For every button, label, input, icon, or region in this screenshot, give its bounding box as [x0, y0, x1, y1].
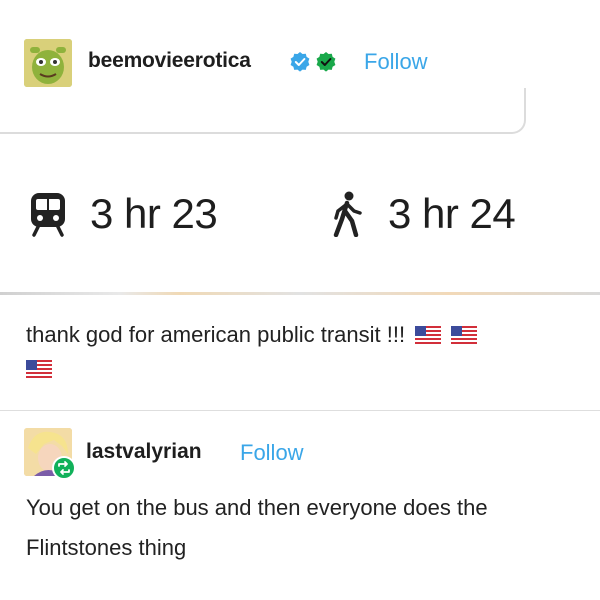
reblogger-follow-button[interactable]: Follow [240, 440, 304, 466]
walking-person-icon [333, 191, 362, 237]
walking-time-label: 3 hr 24 [388, 190, 516, 237]
embedded-card-edge [0, 88, 526, 134]
post-body-text: thank god for american public transit !!… [26, 322, 406, 347]
follow-button[interactable]: Follow [364, 49, 428, 75]
post-author-username[interactable]: beemovieerotica [88, 49, 251, 73]
crop-edge-divider [0, 292, 600, 295]
reblog-divider [0, 410, 600, 411]
post-body-flag-row [26, 360, 52, 381]
reblog-badge [52, 456, 76, 480]
reblogger-username[interactable]: lastvalyrian [86, 440, 202, 464]
avatar[interactable] [24, 39, 72, 87]
train-icon [31, 193, 65, 237]
verified-badges [289, 51, 337, 73]
bee-avatar-icon [24, 39, 72, 87]
transit-duration: 3 hr 23 [28, 190, 218, 238]
us-flag-icon [26, 360, 52, 378]
reblog-arrows-icon [58, 461, 70, 475]
us-flag-icon [415, 326, 442, 344]
walking-duration: 3 hr 24 [328, 190, 516, 238]
green-verified-check-icon [316, 52, 336, 72]
post-body: thank god for american public transit !!… [26, 318, 586, 352]
us-flag-icon [451, 326, 478, 344]
blue-verified-check-icon [290, 52, 310, 72]
reblog-body-text: You get on the bus and then everyone doe… [26, 495, 488, 560]
transit-time-label: 3 hr 23 [90, 190, 218, 237]
